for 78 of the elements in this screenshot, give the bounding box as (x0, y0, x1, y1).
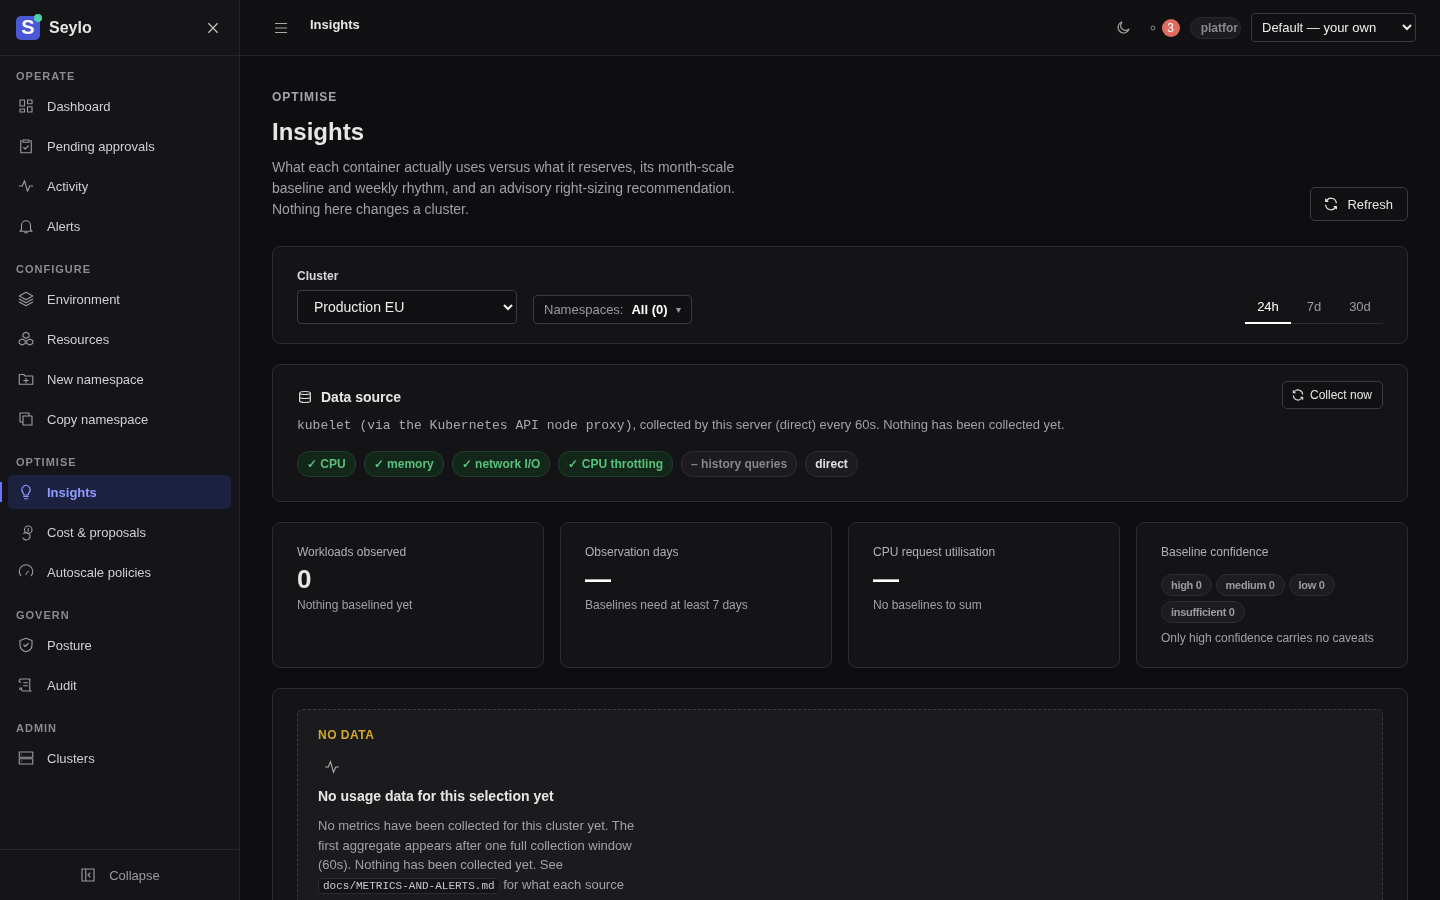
confidence-tag: insufficient 0 (1161, 601, 1245, 623)
refresh-button[interactable]: Refresh (1310, 187, 1408, 221)
nav-icon (17, 217, 35, 235)
sidebar-item[interactable]: Audit (8, 668, 231, 702)
user-chip[interactable]: platfor (1189, 16, 1241, 39)
brand-name: Seylo (49, 18, 93, 37)
sidebar-item[interactable]: Copy namespace (8, 402, 231, 436)
sidebar-item[interactable]: Posture (8, 628, 231, 662)
collect-now-button[interactable]: Collect now (1281, 381, 1383, 409)
empty-state-label: NO DATA (318, 728, 376, 742)
stat-value: — (873, 564, 900, 594)
stat-label: CPU request utilisation (873, 545, 997, 559)
nav-icon (17, 290, 35, 308)
sidebar-item[interactable]: Clusters (8, 741, 231, 775)
collapse-icon (79, 866, 98, 884)
sidebar-item[interactable]: New namespace (8, 362, 231, 396)
confidence-tag: high 0 (1161, 574, 1212, 596)
capability-tag: – history queries (681, 451, 798, 477)
nav-icon (17, 330, 35, 348)
namespaces-dropdown[interactable]: Namespaces: All (0) ▾ (533, 295, 692, 324)
range-tab[interactable]: 7d (1291, 293, 1337, 324)
capability-tag: ✓ network I/O (451, 451, 551, 477)
sidebar-item[interactable]: Alerts (8, 209, 231, 243)
nav-icon (17, 636, 35, 654)
nav-section-title: OPTIMISE (15, 455, 78, 470)
activity-icon (323, 758, 341, 776)
stat-note: Baselines need at least 7 days (585, 598, 749, 612)
nav-icon (17, 137, 35, 155)
sidebar-item[interactable]: Activity (8, 169, 231, 203)
page-description: What each container actually uses versus what it reserves, its month-scale baseline and weekly rhythm, and an advisory right-sizing recommendation. Nothing here changes a cluster. (272, 158, 736, 219)
cluster-label: Cluster (297, 269, 340, 283)
nav-section-title: CONFIGURE (15, 262, 92, 277)
cluster-select[interactable]: Production EU (297, 290, 517, 324)
capability-tag: ✓ CPU throttling (558, 451, 674, 477)
stat-note: No baselines to sum (873, 598, 983, 612)
nav-section-title: ADMIN (15, 721, 59, 736)
stat-value: 0 (297, 564, 313, 594)
stat-label: Workloads observed (297, 545, 408, 559)
nav-section-title: GOVERN (15, 608, 71, 623)
source-description: kubelet (via the Kubernetes API node proxy), collected by this server (direct) every 60s. Nothing has been collected yet. (297, 417, 1066, 433)
nav-icon (17, 676, 35, 694)
sidebar-item[interactable]: Resources (8, 322, 231, 356)
sidebar-item[interactable]: Pending approvals (8, 129, 231, 163)
sidebar-item[interactable]: Autoscale policies (8, 555, 231, 589)
stat-label: Baseline confidence (1161, 545, 1270, 559)
capability-tag: ✓ CPU (297, 451, 356, 477)
moon-icon[interactable] (1114, 19, 1132, 36)
page-heading: Insights (272, 118, 365, 146)
nav-icon (17, 177, 35, 195)
nav-section-title: OPERATE (15, 69, 77, 84)
stat-note: Nothing baselined yet (297, 598, 414, 612)
nav-icon (17, 749, 35, 767)
profile-select[interactable]: Default — your own (1251, 13, 1416, 42)
page-title: Insights (310, 17, 360, 32)
capability-tag: direct (805, 451, 858, 477)
refresh-icon (1323, 196, 1340, 212)
range-tab[interactable]: 30d (1337, 293, 1383, 324)
empty-state-title: No usage data for this selection yet (318, 788, 555, 804)
database-icon (297, 389, 313, 405)
empty-state-text: No metrics have been collected for this cluster yet. The first aggregate appears after one full collection window (60s). Nothing has been collected yet. See docs/METRICS-AND-ALERTS.md for what each source (318, 817, 636, 896)
card-title: Data source (321, 389, 402, 405)
confidence-tag: medium 0 (1215, 574, 1285, 596)
capability-tag: ✓ memory (363, 451, 444, 477)
section-eyebrow: OPTIMISE (272, 90, 339, 104)
sidebar-item[interactable]: Environment (8, 282, 231, 316)
sidebar-item[interactable]: Cost & proposals (8, 515, 231, 549)
nav-icon (17, 410, 35, 428)
sidebar-item[interactable]: Dashboard (8, 89, 231, 123)
stat-label: Observation days (585, 545, 680, 559)
confidence-tag: low 0 (1288, 574, 1335, 596)
range-tab[interactable]: 24h (1245, 293, 1291, 324)
stat-note: Only high confidence carries no caveats (1161, 631, 1375, 645)
refresh-icon (1290, 388, 1305, 402)
stat-value: — (585, 564, 612, 594)
nav-icon (17, 97, 35, 115)
collapse-button[interactable]: Collapse (79, 866, 160, 884)
logo-icon: S (16, 15, 40, 40)
status-icon (1149, 24, 1156, 31)
